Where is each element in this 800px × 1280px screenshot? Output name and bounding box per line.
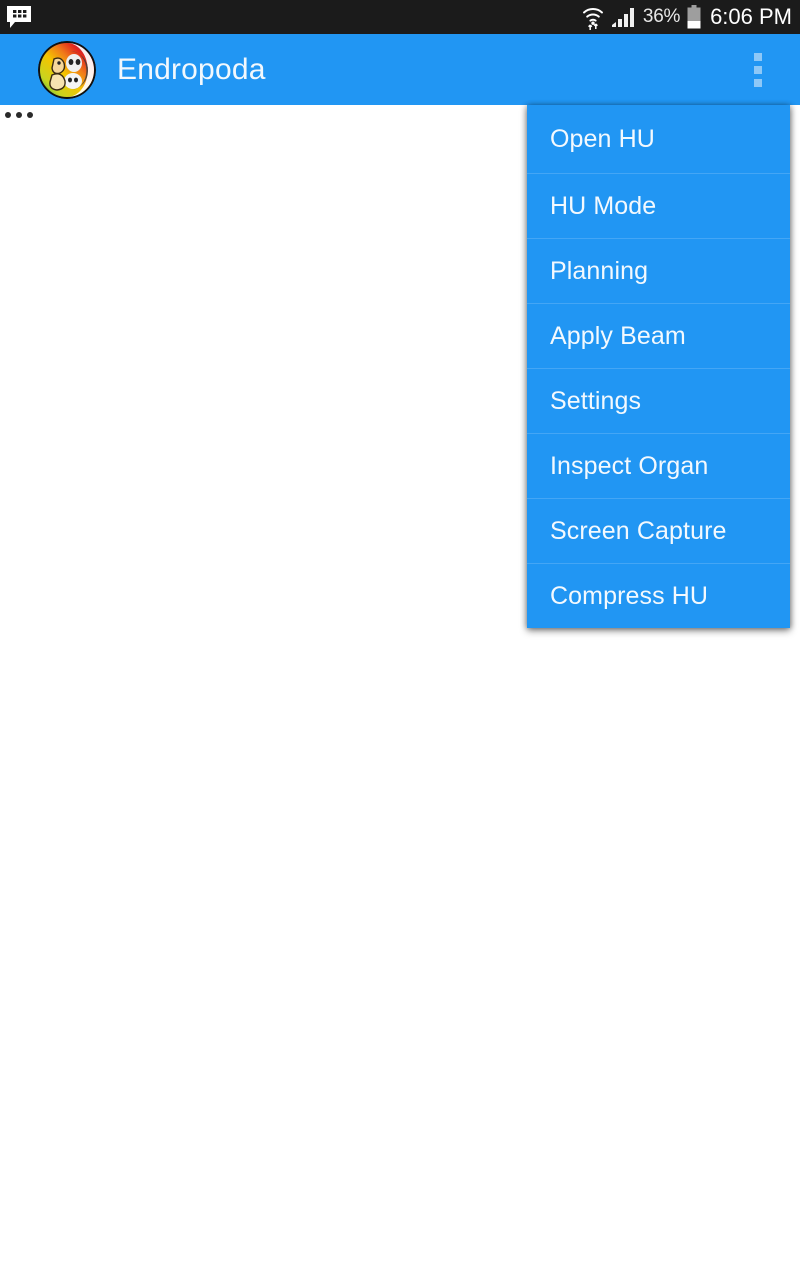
indicator-dot-2 <box>16 112 22 118</box>
indicator-dot-3 <box>27 112 33 118</box>
cellular-signal-icon <box>611 8 634 27</box>
bbm-messenger-icon <box>7 6 31 28</box>
battery-icon <box>687 5 701 29</box>
menu-item-open-hu[interactable]: Open HU <box>527 105 790 173</box>
overflow-dot-1 <box>754 52 762 61</box>
status-bar-notifications <box>6 5 32 29</box>
menu-item-hu-mode[interactable]: HU Mode <box>527 173 790 238</box>
menu-item-settings[interactable]: Settings <box>527 368 790 433</box>
app-bar: Endropoda <box>0 34 800 105</box>
menu-item-apply-beam[interactable]: Apply Beam <box>527 303 790 368</box>
menu-item-inspect-organ[interactable]: Inspect Organ <box>527 433 790 498</box>
menu-item-compress-hu[interactable]: Compress HU <box>527 563 790 628</box>
status-bar-clock: 6:06 PM <box>710 4 792 29</box>
status-bar: 36% 6:06 PM <box>0 0 800 34</box>
status-bar-indicators: 36% 6:06 PM <box>581 4 792 30</box>
wifi-transfer-icon <box>582 8 603 30</box>
overflow-dot-3 <box>754 78 762 87</box>
app-title: Endropoda <box>117 52 266 86</box>
phone-screen: 36% 6:06 PM Endropoda Open HU HU Mode Pl… <box>0 0 800 1280</box>
three-dots-indicator <box>5 112 33 118</box>
battery-percentage: 36% <box>642 6 681 27</box>
menu-item-screen-capture[interactable]: Screen Capture <box>527 498 790 563</box>
overflow-dropdown-menu: Open HU HU Mode Planning Apply Beam Sett… <box>527 105 790 628</box>
overflow-dot-2 <box>754 65 762 74</box>
app-logo-icon <box>38 40 96 99</box>
indicator-dot-1 <box>5 112 11 118</box>
overflow-menu-icon[interactable] <box>738 44 778 96</box>
menu-item-planning[interactable]: Planning <box>527 238 790 303</box>
